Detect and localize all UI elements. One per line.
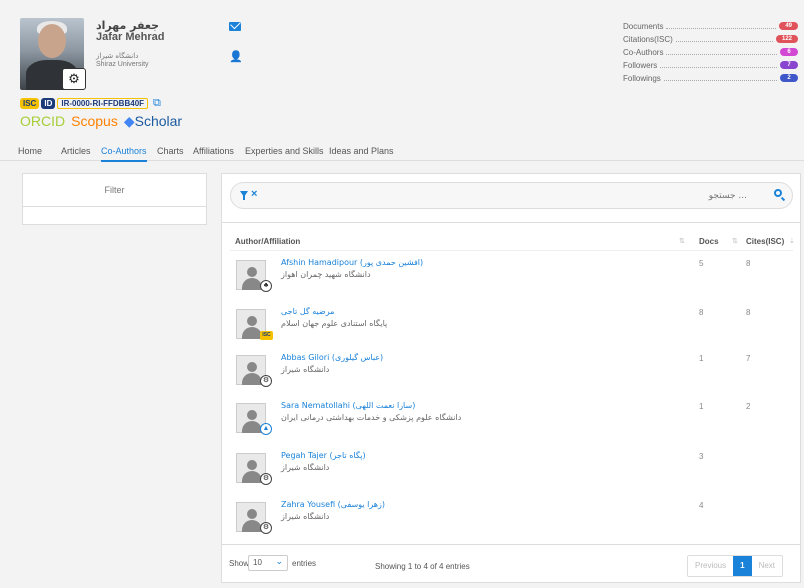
- docs-count: 4: [699, 501, 704, 510]
- cites-count: 7: [746, 354, 751, 363]
- cites-count: 8: [746, 259, 751, 268]
- profile-affiliation-en: Shiraz University: [96, 61, 149, 68]
- table-row: ⚙ Abbas Gilori (عباس گیلوری) دانشگاه شیر…: [230, 349, 793, 398]
- isc-logo: ISC: [20, 98, 40, 109]
- cites-count: 8: [746, 308, 751, 317]
- coauthor-affiliation: دانشگاه شهید چمران اهواز: [281, 270, 371, 279]
- profile-affiliation-fa: دانشگاه شیراز: [96, 52, 139, 60]
- docs-count: 1: [699, 354, 704, 363]
- sort-desc-icon[interactable]: ⇣: [789, 237, 795, 245]
- table-row: ▲ Sara Nematollahi (سارا نعمت اللهی) دان…: [230, 397, 793, 446]
- show-label: Show: [229, 559, 250, 568]
- google-scholar-link[interactable]: ◆Scholar: [124, 113, 182, 130]
- filter-title: Filter: [23, 174, 206, 207]
- clear-filter-icon[interactable]: ×: [251, 188, 257, 200]
- entries-label: entries: [292, 559, 317, 568]
- coauthor-name[interactable]: Abbas Gilori (عباس گیلوری): [281, 353, 383, 362]
- tab-experties-skills[interactable]: Experties and Skills: [245, 146, 324, 156]
- stat-badge: 49: [779, 22, 798, 30]
- orcid-link[interactable]: ORCID: [20, 113, 65, 129]
- stat-badge: 7: [780, 61, 798, 69]
- table-row: ⚙ Pegah Tajer (پگاه تاجر) دانشگاه شیراز …: [230, 447, 793, 496]
- header-docs[interactable]: Docs: [699, 237, 719, 246]
- cites-count: 2: [746, 402, 751, 411]
- stat-followers[interactable]: Followers 7: [623, 59, 798, 71]
- isc-id-code: IR-0000-RI-FFDBB40F: [57, 98, 149, 109]
- coauthor-affiliation: دانشگاه شیراز: [281, 512, 330, 521]
- profile-name-en: Jafar Mehrad: [96, 31, 165, 43]
- tab-charts[interactable]: Charts: [157, 146, 184, 156]
- coauthor-name[interactable]: مرضیه گل تاجی: [281, 307, 334, 316]
- tab-ideas-plans[interactable]: Ideas and Plans: [329, 146, 394, 156]
- sort-icon[interactable]: ⇅: [679, 237, 685, 245]
- coauthor-affiliation: دانشگاه شیراز: [281, 463, 330, 472]
- entries-select[interactable]: 10 ⌄: [248, 555, 288, 571]
- chamran-icon: ♣: [260, 280, 272, 292]
- stat-coauthors[interactable]: Co-Authors 6: [623, 46, 798, 58]
- shiraz-icon: ⚙: [260, 473, 272, 485]
- table-row: ISC مرضیه گل تاجی پایگاه استنادی علوم جه…: [230, 303, 793, 352]
- stat-badge: 122: [775, 35, 798, 43]
- previous-button[interactable]: Previous: [688, 556, 733, 576]
- tab-home[interactable]: Home: [18, 146, 42, 156]
- co-authors-panel: × Author/Affiliation ⇅ Docs ⇅ Cites(ISC)…: [221, 173, 801, 583]
- isc-id-label: ID: [41, 98, 56, 109]
- next-button[interactable]: Next: [752, 556, 782, 576]
- coauthor-name[interactable]: Pegah Tajer (پگاه تاجر): [281, 451, 366, 460]
- docs-count: 5: [699, 259, 704, 268]
- shiraz-icon: ⚙: [260, 375, 272, 387]
- page-button-1[interactable]: 1: [733, 556, 752, 576]
- stat-citations[interactable]: Citations(ISC) 122: [623, 33, 798, 45]
- docs-count: 1: [699, 402, 704, 411]
- isc-id-row: ISC ID IR-0000-RI-FFDBB40F ⧉: [20, 97, 161, 110]
- shiraz-icon: ⚙: [260, 522, 272, 534]
- coauthor-name[interactable]: Zahra Yousefi (زهرا یوسفی): [281, 500, 385, 509]
- coauthor-affiliation: پایگاه استنادی علوم جهان اسلام: [281, 319, 388, 328]
- coauthor-name[interactable]: Sara Nematollahi (سارا نعمت اللهی): [281, 401, 415, 410]
- tab-co-authors[interactable]: Co-Authors: [101, 146, 147, 162]
- stats-list: Documents 49 Citations(ISC) 122 Co-Autho…: [623, 20, 798, 85]
- coauthor-affiliation: دانشگاه علوم پزشکی و خدمات بهداشتی درمان…: [281, 413, 462, 422]
- search-icon[interactable]: [774, 189, 782, 197]
- university-seal-icon: ⚙: [62, 68, 86, 90]
- stat-documents[interactable]: Documents 49: [623, 20, 798, 32]
- mail-icon[interactable]: [229, 22, 241, 31]
- tab-affiliations[interactable]: Affiliations: [193, 146, 234, 156]
- docs-count: 3: [699, 452, 704, 461]
- table-row: ♣ Afshin Hamadipour (افشین حمدی پور) دان…: [230, 254, 793, 303]
- coauthor-name[interactable]: Afshin Hamadipour (افشین حمدی پور): [281, 258, 423, 267]
- table-info: Showing 1 to 4 of 4 entries: [375, 562, 470, 571]
- isc-icon: ISC: [260, 331, 273, 340]
- iums-icon: ▲: [260, 423, 272, 435]
- copy-icon[interactable]: ⧉: [153, 97, 161, 110]
- scopus-link[interactable]: Scopus: [71, 113, 118, 129]
- search-input[interactable]: [267, 188, 747, 203]
- tab-articles[interactable]: Articles: [61, 146, 91, 156]
- sort-icon[interactable]: ⇅: [732, 237, 738, 245]
- search-bar: ×: [230, 182, 793, 209]
- filter-icon[interactable]: [240, 191, 248, 200]
- coauthor-affiliation: دانشگاه شیراز: [281, 365, 330, 374]
- header-author[interactable]: Author/Affiliation: [235, 237, 300, 246]
- chevron-down-icon: ⌄: [275, 556, 283, 566]
- pagination: Previous 1 Next: [687, 555, 784, 577]
- header-cites[interactable]: Cites(ISC): [746, 237, 784, 246]
- docs-count: 8: [699, 308, 704, 317]
- follow-user-icon[interactable]: 👤: [229, 50, 243, 63]
- filter-panel: Filter: [22, 173, 207, 225]
- stat-followings[interactable]: Followings 2: [623, 72, 798, 84]
- scholar-links: ORCID Scopus ◆Scholar: [20, 113, 182, 130]
- table-row: ⚙ Zahra Yousefi (زهرا یوسفی) دانشگاه شیر…: [230, 496, 793, 545]
- stat-badge: 2: [780, 74, 798, 82]
- profile-tabs: Home Articles Co-Authors Charts Affiliat…: [0, 135, 804, 162]
- stat-badge: 6: [780, 48, 798, 56]
